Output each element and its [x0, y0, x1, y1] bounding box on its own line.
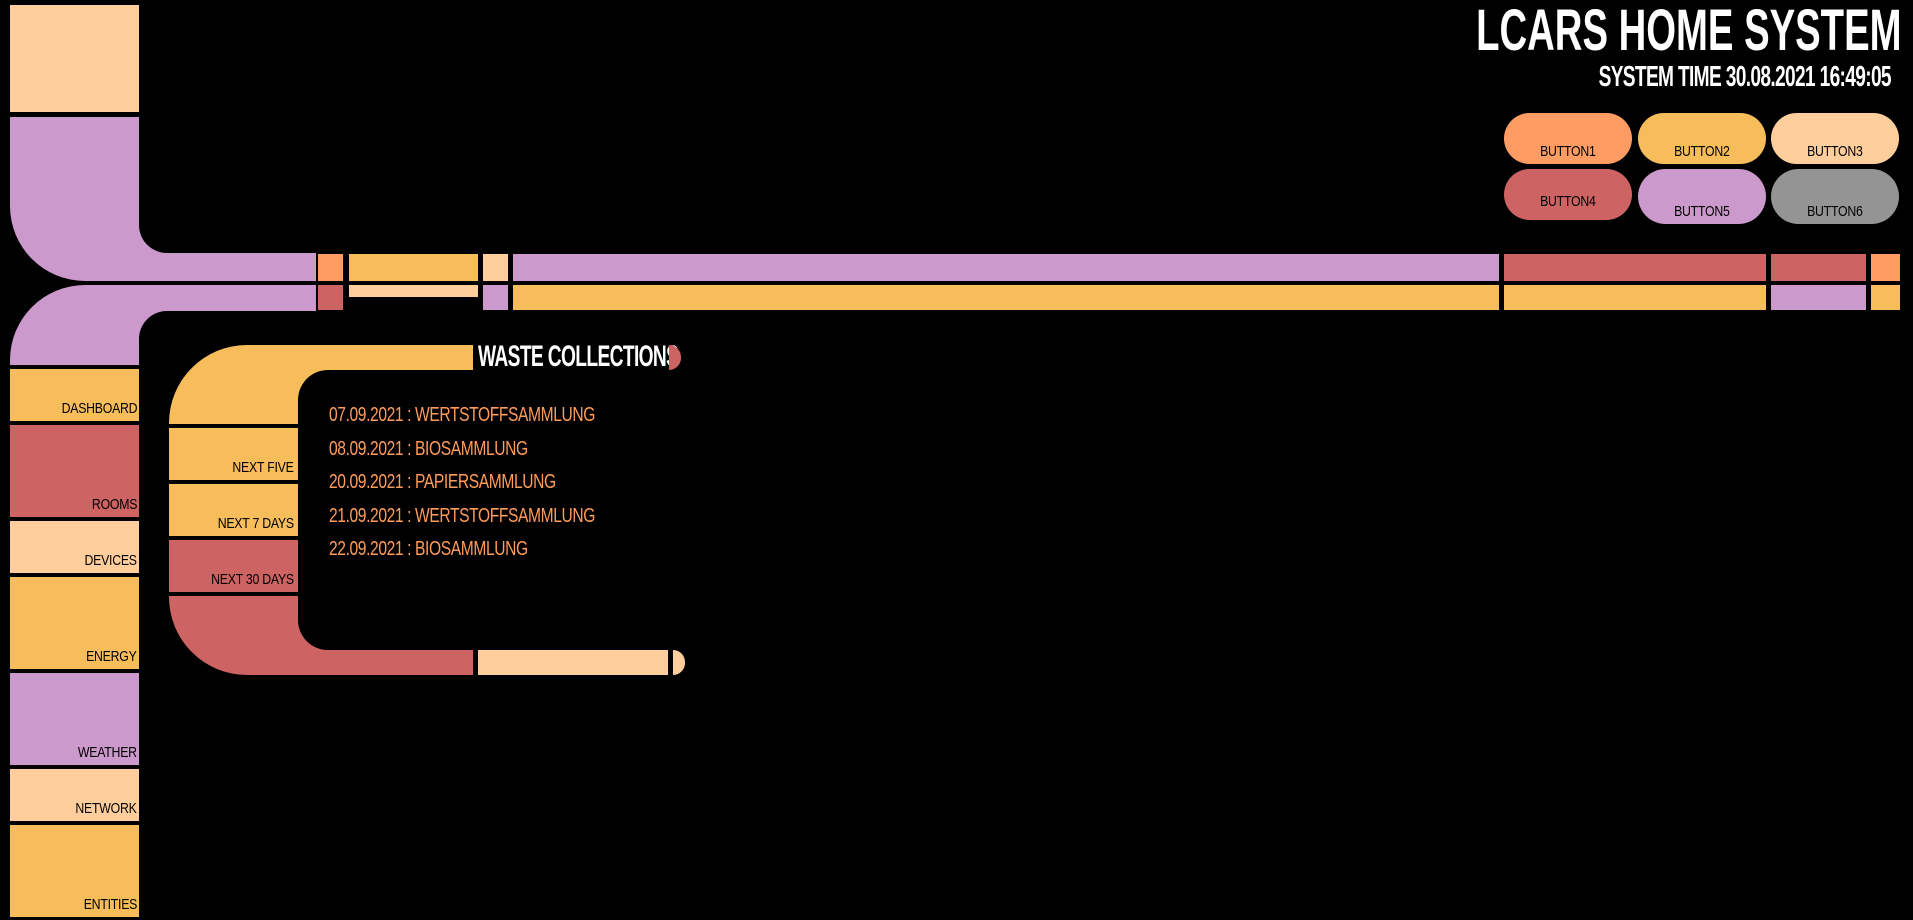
sidebar-item-entities[interactable]: ENTITIES: [10, 825, 139, 917]
button-1-label: BUTTON1: [1540, 143, 1596, 160]
panel-title: WASTE COLLECTIONS: [478, 340, 679, 373]
sidebar-item-network[interactable]: NETWORK: [10, 769, 139, 821]
panel-bottom-bar: [478, 650, 668, 675]
button-2-label: BUTTON2: [1674, 143, 1730, 160]
filter-label: NEXT 30 DAYS: [211, 571, 294, 588]
list-item: 20.09.2021 : PAPIERSAMMLUNG: [329, 471, 556, 493]
lower-bar-segment: [1504, 285, 1766, 310]
sidebar-item-label: ENERGY: [86, 648, 138, 665]
filter-label: NEXT 7 DAYS: [217, 515, 294, 532]
filter-next-five[interactable]: NEXT FIVE: [169, 428, 298, 480]
panel-bottom-elbow-inner: [298, 590, 478, 650]
upper-bar-segment: [1504, 254, 1766, 281]
sidebar-item-label: DEVICES: [84, 552, 138, 569]
button-5[interactable]: BUTTON5: [1638, 169, 1766, 224]
button-4[interactable]: BUTTON4: [1504, 169, 1632, 220]
panel-title-cap: [669, 345, 681, 370]
sidebar-item-weather[interactable]: WEATHER: [10, 673, 139, 765]
lower-bar-segment: [349, 285, 478, 297]
upper-bar-segment: [1771, 254, 1866, 281]
list-item: 22.09.2021 : BIOSAMMLUNG: [329, 538, 528, 560]
button-4-label: BUTTON4: [1540, 193, 1596, 210]
button-2[interactable]: BUTTON2: [1638, 113, 1766, 164]
sidebar-item-energy[interactable]: ENERGY: [10, 577, 139, 669]
waste-list: 07.09.2021 : WERTSTOFFSAMMLUNG 08.09.202…: [329, 404, 689, 572]
filter-next-30-days[interactable]: NEXT 30 DAYS: [169, 540, 298, 592]
filter-next-7-days[interactable]: NEXT 7 DAYS: [169, 484, 298, 536]
lower-bar-segment: [1871, 285, 1900, 310]
sidebar-item-label: WEATHER: [78, 744, 137, 761]
upper-bar-segment: [318, 254, 343, 281]
lower-bar-segment: [513, 285, 1499, 310]
button-6[interactable]: BUTTON6: [1771, 169, 1899, 224]
panel-bottom-cap: [673, 650, 685, 675]
button-6-label: BUTTON6: [1807, 203, 1863, 220]
sidebar-item-label: DASHBOARD: [61, 400, 137, 417]
upper-bar-segment: [1871, 254, 1900, 281]
lower-bar-segment: [1771, 285, 1866, 310]
lower-bar-segment: [483, 285, 508, 310]
frame-upper-elbow-inner: [139, 112, 319, 253]
system-time: SYSTEM TIME 30.08.2021 16:49:05: [1598, 61, 1892, 93]
button-3-label: BUTTON3: [1807, 143, 1863, 160]
upper-bar-segment: [349, 254, 478, 281]
frame-top-block: [10, 5, 139, 112]
sidebar-item-rooms[interactable]: ROOMS: [10, 425, 139, 517]
page-title: LCARS HOME SYSTEM: [1475, 0, 1901, 63]
upper-bar-segment: [483, 254, 508, 281]
button-1[interactable]: BUTTON1: [1504, 113, 1632, 164]
sidebar-item-dashboard[interactable]: DASHBOARD: [10, 369, 139, 421]
sidebar-item-label: ROOMS: [91, 496, 137, 513]
button-5-label: BUTTON5: [1674, 203, 1730, 220]
lower-bar-segment: [318, 285, 343, 310]
list-item: 07.09.2021 : WERTSTOFFSAMMLUNG: [329, 404, 596, 426]
list-item: 21.09.2021 : WERTSTOFFSAMMLUNG: [329, 504, 596, 527]
sidebar-item-label: NETWORK: [75, 800, 137, 817]
upper-bar-segment: [513, 254, 1499, 281]
sidebar-item-label: ENTITIES: [83, 896, 138, 913]
filter-label: NEXT FIVE: [232, 459, 294, 476]
button-3[interactable]: BUTTON3: [1771, 113, 1899, 164]
sidebar-item-devices[interactable]: DEVICES: [10, 521, 139, 573]
list-item: 08.09.2021 : BIOSAMMLUNG: [329, 437, 528, 460]
